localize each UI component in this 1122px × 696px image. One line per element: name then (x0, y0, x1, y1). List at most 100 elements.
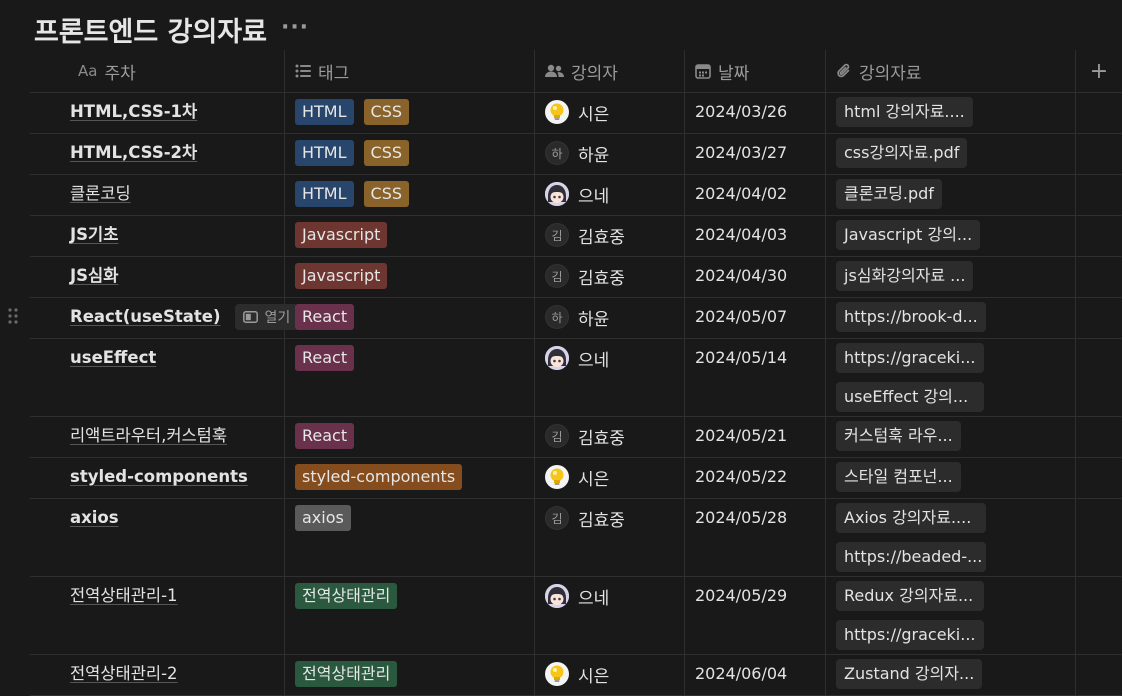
tag-badge[interactable]: CSS (363, 140, 410, 166)
cell-week[interactable]: axios (30, 499, 285, 576)
attachment-chip[interactable]: https://beaded-... (836, 542, 986, 572)
table-row[interactable]: JS기초 Javascript 김 김효중 2024/04/03 Javascrip… (30, 216, 1122, 257)
cell-lecturer[interactable]: 시은 (535, 655, 685, 695)
table-row[interactable]: HTML,CSS-1차 HTML CSS 시은 2024/03/26 html 강의… (30, 93, 1122, 134)
cell-tags[interactable]: Javascript (285, 216, 535, 256)
tag-badge[interactable]: HTML (295, 181, 354, 207)
cell-materials[interactable]: Zustand 강의자... (826, 655, 1076, 695)
tag-badge[interactable]: CSS (363, 99, 410, 125)
column-header-materials[interactable]: 강의자료 (826, 50, 1076, 92)
add-column-button[interactable]: + (1076, 50, 1122, 92)
cell-tags[interactable]: HTML CSS (285, 93, 535, 133)
cell-lecturer[interactable]: 김 김효중 (535, 216, 685, 256)
row-title-link[interactable]: HTML,CSS-1차 (70, 99, 197, 125)
cell-week[interactable]: HTML,CSS-2차 (30, 134, 285, 174)
attachment-chip[interactable]: https://graceki... (836, 620, 984, 650)
cell-date[interactable]: 2024/05/28 (685, 499, 826, 576)
row-title-link[interactable]: 전역상태관리-2 (70, 661, 178, 687)
row-title-link[interactable]: JS기초 (70, 222, 118, 248)
table-row[interactable]: styled-components styled-components 시은 20… (30, 458, 1122, 499)
cell-week[interactable]: 리액트라우터,커스텀훅 (30, 417, 285, 457)
cell-date[interactable]: 2024/06/04 (685, 655, 826, 695)
table-row[interactable]: 전역상태관리-1 전역상태관리 으네 2024/05/29 Redux 강의자료.… (30, 577, 1122, 655)
tag-badge[interactable]: styled-components (295, 464, 463, 490)
attachment-chip[interactable]: Javascript 강의... (836, 220, 981, 250)
tag-badge[interactable]: React (295, 304, 355, 330)
cell-materials[interactable]: html 강의자료.... (826, 93, 1076, 133)
row-title-link[interactable]: 클론코딩 (70, 181, 131, 207)
attachment-chip[interactable]: https://graceki... (836, 343, 984, 373)
cell-tags[interactable]: HTML CSS (285, 175, 535, 215)
row-title-link[interactable]: 전역상태관리-1 (70, 583, 178, 609)
tag-badge[interactable]: HTML (295, 99, 354, 125)
row-title-link[interactable]: JS심화 (70, 263, 118, 289)
cell-tags[interactable]: 전역상태관리 (285, 577, 535, 654)
cell-date[interactable]: 2024/04/03 (685, 216, 826, 256)
more-options-icon[interactable]: ··· (281, 15, 309, 40)
cell-lecturer[interactable]: 하 하윤 (535, 134, 685, 174)
cell-tags[interactable]: Javascript (285, 257, 535, 297)
table-row[interactable]: useEffect React 으네 2024/05/14 https://gra… (30, 339, 1122, 417)
row-title-link[interactable]: useEffect (70, 345, 156, 371)
cell-date[interactable]: 2024/04/02 (685, 175, 826, 215)
row-title-link[interactable]: axios (70, 505, 119, 531)
attachment-chip[interactable]: js심화강의자료 ... (836, 261, 974, 291)
drag-handle-icon[interactable] (8, 308, 18, 328)
cell-materials[interactable]: Redux 강의자료... https://graceki... (826, 577, 1076, 654)
cell-materials[interactable]: https://brook-d... (826, 298, 1076, 338)
cell-lecturer[interactable]: 하 하윤 (535, 298, 685, 338)
attachment-chip[interactable]: Redux 강의자료... (836, 581, 984, 611)
cell-week[interactable]: styled-components (30, 458, 285, 498)
cell-week[interactable]: 전역상태관리-2 (30, 655, 285, 695)
cell-tags[interactable]: React (285, 298, 535, 338)
attachment-chip[interactable]: css강의자료.pdf (836, 138, 968, 168)
cell-date[interactable]: 2024/03/27 (685, 134, 826, 174)
cell-week[interactable]: 클론코딩 (30, 175, 285, 215)
cell-lecturer[interactable]: 으네 (535, 175, 685, 215)
cell-materials[interactable]: 클론코딩.pdf (826, 175, 1076, 215)
cell-date[interactable]: 2024/05/07 (685, 298, 826, 338)
cell-materials[interactable]: Axios 강의자료.... https://beaded-... (826, 499, 1076, 576)
column-header-week[interactable]: Aa 주차 (30, 50, 285, 92)
table-row[interactable]: 전역상태관리-2 전역상태관리 시은 2024/06/04 Zustand 강의자… (30, 655, 1122, 696)
cell-week[interactable]: React(useState) 열기 (30, 298, 299, 338)
row-title-link[interactable]: React(useState) (70, 304, 221, 330)
tag-badge[interactable]: 전역상태관리 (295, 661, 398, 687)
attachment-chip[interactable]: html 강의자료.... (836, 97, 973, 127)
attachment-chip[interactable]: Zustand 강의자... (836, 659, 983, 689)
cell-date[interactable]: 2024/03/26 (685, 93, 826, 133)
cell-materials[interactable]: css강의자료.pdf (826, 134, 1076, 174)
cell-date[interactable]: 2024/05/21 (685, 417, 826, 457)
table-row[interactable]: 클론코딩 HTML CSS 으네 2024/04/02 클론코딩.pdf (30, 175, 1122, 216)
cell-lecturer[interactable]: 김 김효중 (535, 417, 685, 457)
tag-badge[interactable]: CSS (363, 181, 410, 207)
cell-date[interactable]: 2024/04/30 (685, 257, 826, 297)
tag-badge[interactable]: 전역상태관리 (295, 583, 398, 609)
cell-tags[interactable]: React (285, 417, 535, 457)
cell-materials[interactable]: js심화강의자료 ... (826, 257, 1076, 297)
cell-tags[interactable]: styled-components (285, 458, 535, 498)
cell-lecturer[interactable]: 김 김효중 (535, 257, 685, 297)
column-header-tags[interactable]: 태그 (285, 50, 535, 92)
cell-materials[interactable]: 스타일 컴포넌... (826, 458, 1076, 498)
tag-badge[interactable]: Javascript (295, 222, 388, 248)
cell-date[interactable]: 2024/05/14 (685, 339, 826, 416)
cell-date[interactable]: 2024/05/29 (685, 577, 826, 654)
attachment-chip[interactable]: 커스텀훅 라우... (836, 421, 961, 451)
table-row[interactable]: HTML,CSS-2차 HTML CSS 하 하윤 2024/03/27 css강의자… (30, 134, 1122, 175)
table-row[interactable]: JS심화 Javascript 김 김효중 2024/04/30 js심화강의자료 … (30, 257, 1122, 298)
cell-tags[interactable]: HTML CSS (285, 134, 535, 174)
cell-materials[interactable]: 커스텀훅 라우... (826, 417, 1076, 457)
row-title-link[interactable]: 리액트라우터,커스텀훅 (70, 423, 227, 449)
cell-lecturer[interactable]: 시은 (535, 93, 685, 133)
cell-week[interactable]: useEffect (30, 339, 285, 416)
tag-badge[interactable]: axios (295, 505, 351, 531)
cell-lecturer[interactable]: 김 김효중 (535, 499, 685, 576)
tag-badge[interactable]: React (295, 345, 355, 371)
cell-lecturer[interactable]: 으네 (535, 577, 685, 654)
attachment-chip[interactable]: 클론코딩.pdf (836, 179, 942, 209)
cell-lecturer[interactable]: 으네 (535, 339, 685, 416)
cell-week[interactable]: JS심화 (30, 257, 285, 297)
cell-materials[interactable]: https://graceki... useEffect 강의... (826, 339, 1076, 416)
tag-badge[interactable]: HTML (295, 140, 354, 166)
